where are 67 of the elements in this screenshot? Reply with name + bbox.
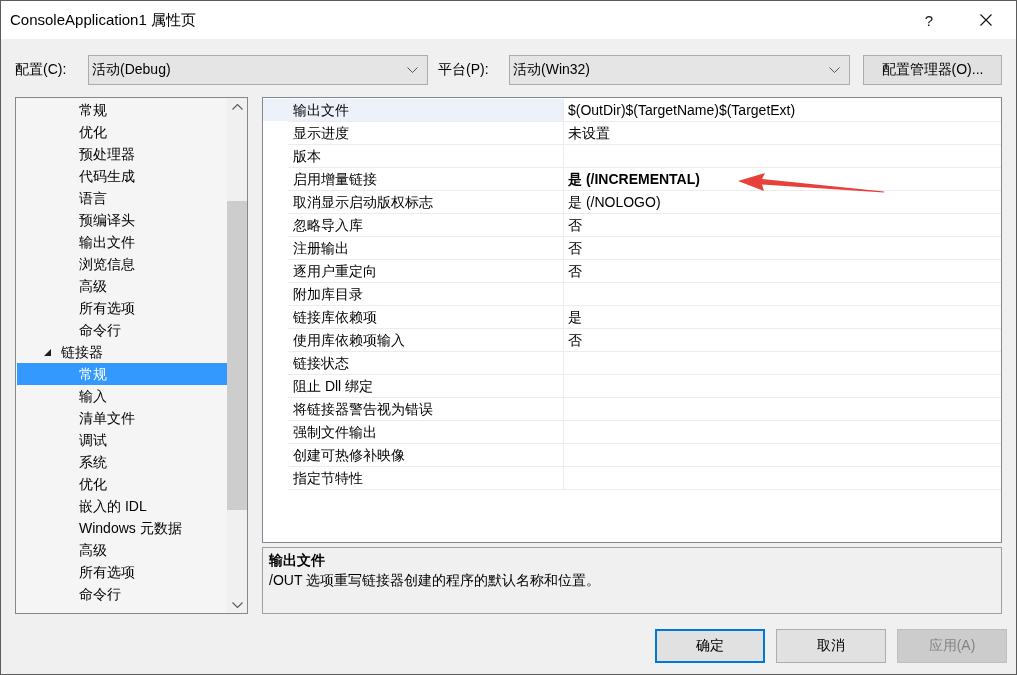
tree-item[interactable]: 预编译头 bbox=[17, 209, 227, 231]
tree-item[interactable]: 代码生成 bbox=[17, 165, 227, 187]
property-value: $(OutDir)$(TargetName)$(TargetExt) bbox=[568, 101, 796, 120]
tree-item[interactable]: 所有选项 bbox=[17, 297, 227, 319]
property-name[interactable]: 版本 bbox=[263, 145, 564, 167]
expanded-triangle-icon[interactable] bbox=[44, 348, 51, 356]
property-value: 否 bbox=[568, 239, 582, 258]
property-name[interactable]: 忽略导入库 bbox=[263, 214, 564, 236]
tree-item[interactable]: 输出文件 bbox=[17, 231, 227, 253]
property-value: 是 bbox=[568, 308, 582, 327]
tree-item[interactable]: 输入 bbox=[17, 385, 227, 407]
tree-item[interactable]: Windows 元数据 bbox=[17, 517, 227, 539]
tree-item[interactable]: 嵌入的 IDL bbox=[17, 495, 227, 517]
tree-item[interactable]: 高级 bbox=[17, 275, 227, 297]
tree-item[interactable]: 浏览信息 bbox=[17, 253, 227, 275]
property-value: 否 bbox=[568, 331, 582, 350]
configuration-manager-button[interactable]: 配置管理器(O)... bbox=[863, 55, 1002, 85]
property-value: 是 (/INCREMENTAL) bbox=[568, 170, 700, 189]
tree-item[interactable]: 链接器 bbox=[17, 341, 227, 363]
tree-item[interactable]: 调试 bbox=[17, 429, 227, 451]
tree-item[interactable]: 语言 bbox=[17, 187, 227, 209]
tree-item[interactable]: 命令行 bbox=[17, 319, 227, 341]
description-title: 输出文件 bbox=[269, 551, 326, 570]
configuration-label: 配置(C): bbox=[15, 61, 68, 79]
tree-item[interactable]: 预处理器 bbox=[17, 143, 227, 165]
scrollbar[interactable] bbox=[227, 98, 247, 613]
property-name[interactable]: 注册输出 bbox=[263, 237, 564, 259]
property-name[interactable]: 阻止 Dll 绑定 bbox=[263, 375, 564, 397]
property-name[interactable]: 取消显示启动版权标志 bbox=[263, 191, 564, 213]
property-name[interactable]: 指定节特性 bbox=[263, 467, 564, 489]
description-text: /OUT 选项重写链接器创建的程序的默认名称和位置。 bbox=[269, 571, 602, 590]
tree-item[interactable]: 所有选项 bbox=[17, 561, 227, 583]
tree-item[interactable]: 优化 bbox=[17, 473, 227, 495]
property-name[interactable]: 启用增量链接 bbox=[263, 168, 564, 190]
property-name[interactable]: 创建可热修补映像 bbox=[263, 444, 564, 466]
property-name[interactable]: 链接库依赖项 bbox=[263, 306, 564, 328]
property-name[interactable]: 将链接器警告视为错误 bbox=[263, 398, 564, 420]
property-name[interactable]: 逐用户重定向 bbox=[263, 260, 564, 282]
chevron-up-icon[interactable] bbox=[231, 103, 243, 110]
scrollbar-thumb[interactable] bbox=[227, 201, 247, 510]
tree-item[interactable]: 常规 bbox=[17, 99, 227, 121]
tree-item[interactable]: 系统 bbox=[17, 451, 227, 473]
property-value: 是 (/NOLOGO) bbox=[568, 193, 661, 212]
help-button[interactable]: ? bbox=[906, 1, 952, 39]
property-name[interactable]: 强制文件输出 bbox=[263, 421, 564, 443]
cancel-button[interactable]: 取消 bbox=[776, 629, 886, 663]
platform-label: 平台(P): bbox=[438, 61, 490, 79]
property-name[interactable]: 使用库依赖项输入 bbox=[263, 329, 564, 351]
chevron-down-icon[interactable] bbox=[231, 601, 243, 608]
platform-dropdown[interactable]: 活动(Win32) bbox=[509, 55, 850, 85]
property-name[interactable]: 输出文件 bbox=[263, 99, 564, 121]
close-icon bbox=[980, 14, 992, 26]
tree-item[interactable]: 优化 bbox=[17, 121, 227, 143]
chevron-down-icon bbox=[407, 67, 418, 73]
property-value: 未设置 bbox=[568, 124, 610, 143]
property-name[interactable]: 链接状态 bbox=[263, 352, 564, 374]
property-value: 否 bbox=[568, 262, 582, 281]
window-title: ConsoleApplication1 属性页 bbox=[10, 10, 196, 30]
tree-item[interactable]: 命令行 bbox=[17, 583, 227, 605]
tree-item[interactable]: 高级 bbox=[17, 539, 227, 561]
ok-button[interactable]: 确定 bbox=[655, 629, 765, 663]
property-name[interactable]: 显示进度 bbox=[263, 122, 564, 144]
chevron-down-icon bbox=[829, 67, 840, 73]
tree-item[interactable]: 清单文件 bbox=[17, 407, 227, 429]
property-value: 否 bbox=[568, 216, 582, 235]
property-name[interactable]: 附加库目录 bbox=[263, 283, 564, 305]
configuration-dropdown[interactable]: 活动(Debug) bbox=[88, 55, 428, 85]
